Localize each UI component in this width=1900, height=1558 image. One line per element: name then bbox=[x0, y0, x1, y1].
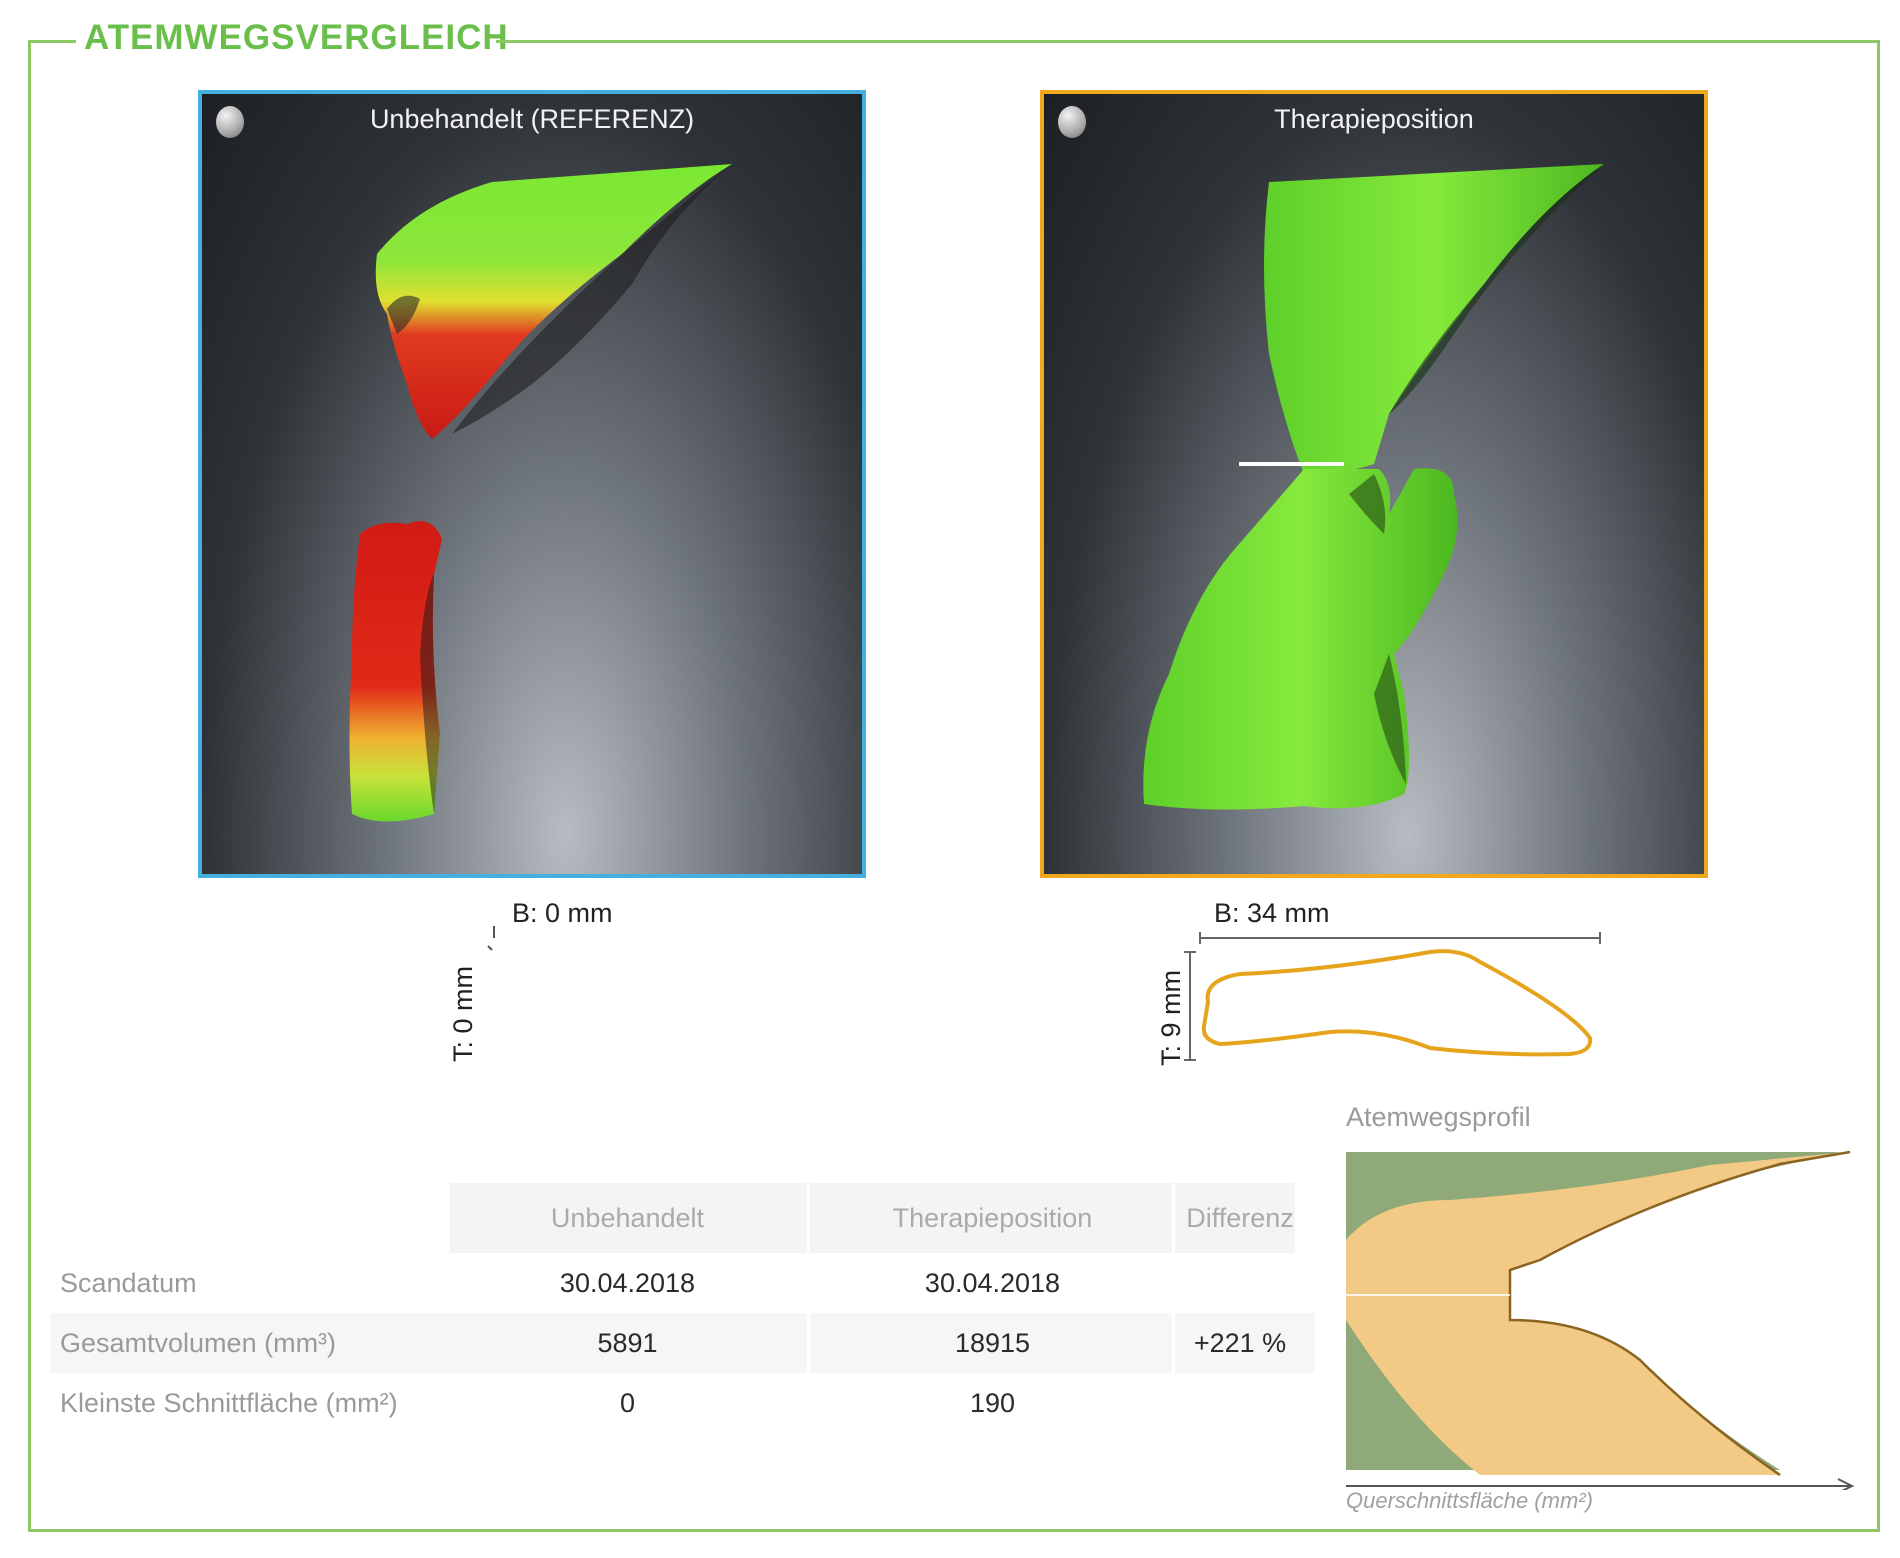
airway-profile-chart bbox=[1346, 1150, 1855, 1490]
reference-3d-viewer[interactable]: Unbehandelt (REFERENZ) bbox=[198, 90, 866, 878]
therapy-airway-model bbox=[1143, 164, 1604, 810]
row-label: Kleinste Schnittfläche (mm²) bbox=[60, 1388, 398, 1418]
cell-difference bbox=[1175, 1373, 1305, 1433]
therapy-width-label: B: 34 mm bbox=[1214, 898, 1330, 928]
column-header-therapy: Therapieposition bbox=[892, 1203, 1093, 1233]
column-divider bbox=[1172, 1183, 1175, 1433]
cell-untreated: 5891 bbox=[597, 1328, 658, 1358]
reference-width-label: B: 0 mm bbox=[512, 898, 613, 928]
profile-x-label: Querschnittsfläche (mm²) bbox=[1346, 1488, 1593, 1513]
column-divider bbox=[807, 1183, 810, 1433]
table-row: Gesamtvolumen (mm³) 5891 18915 +221 % bbox=[50, 1313, 1315, 1373]
reference-airway-model bbox=[349, 164, 732, 822]
row-label: Gesamtvolumen (mm³) bbox=[60, 1328, 337, 1358]
cell-untreated: 0 bbox=[619, 1388, 636, 1418]
therapy-viewer-title: Therapieposition bbox=[1274, 104, 1474, 134]
table-row: Scandatum 30.04.2018 30.04.2018 bbox=[50, 1253, 1315, 1313]
cell-untreated: 30.04.2018 bbox=[559, 1268, 696, 1298]
cell-therapy: 190 bbox=[969, 1388, 1016, 1418]
profile-title: Atemwegsprofil bbox=[1346, 1102, 1531, 1132]
cell-difference bbox=[1175, 1253, 1305, 1313]
reference-cross-section-marker bbox=[487, 926, 495, 951]
column-header-untreated: Unbehandelt bbox=[550, 1203, 705, 1233]
reference-viewer-title: Unbehandelt (REFERENZ) bbox=[369, 104, 695, 134]
cell-therapy: 18915 bbox=[954, 1328, 1031, 1358]
row-label: Scandatum bbox=[60, 1268, 197, 1298]
profile-axis-arrow-icon bbox=[1837, 1478, 1855, 1490]
column-header-difference: Differenz bbox=[1186, 1203, 1294, 1233]
therapy-cross-section-outline bbox=[1184, 932, 1601, 1061]
cell-therapy: 30.04.2018 bbox=[924, 1268, 1061, 1298]
therapy-3d-viewer[interactable]: Therapieposition bbox=[1040, 90, 1708, 878]
reference-depth-label: T: 0 mm bbox=[448, 965, 478, 1062]
cell-difference: +221 % bbox=[1193, 1328, 1287, 1358]
table-row: Kleinste Schnittfläche (mm²) 0 190 bbox=[50, 1373, 1315, 1433]
